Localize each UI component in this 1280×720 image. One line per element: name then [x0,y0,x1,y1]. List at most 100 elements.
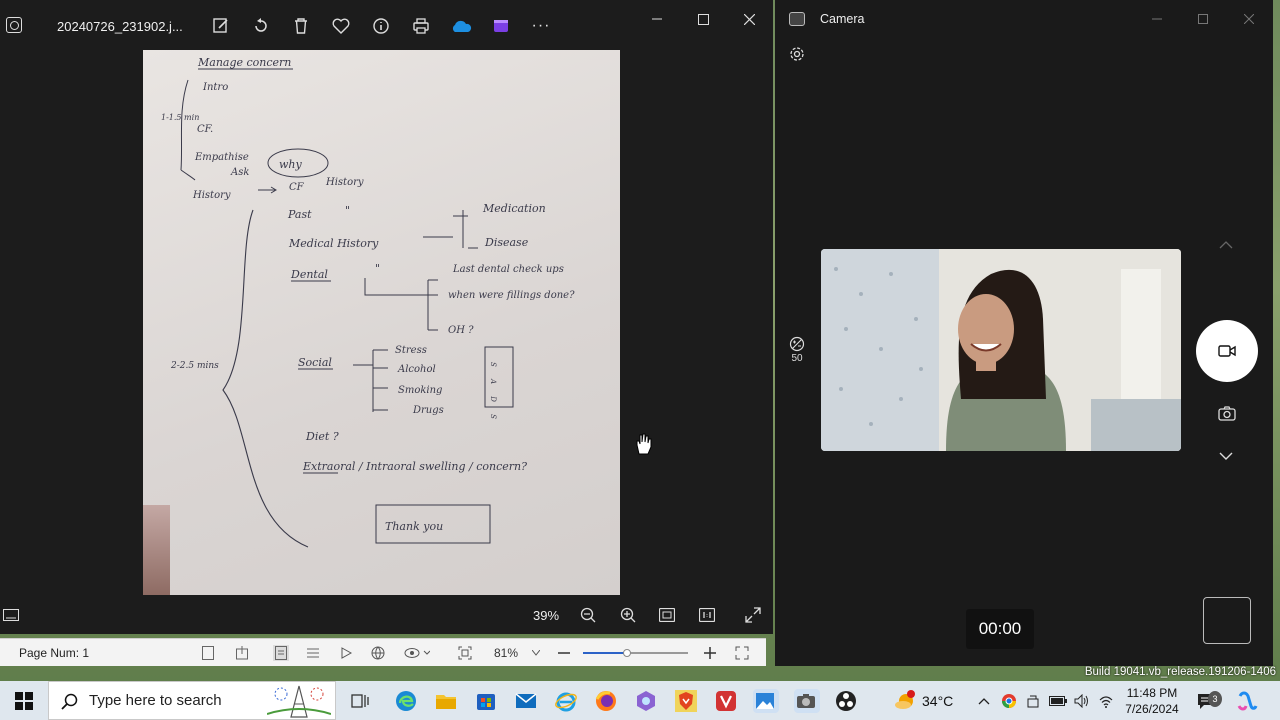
note-line: 1-1.5 min [161,113,199,122]
favorite-icon[interactable] [330,15,352,37]
info-icon[interactable] [370,15,392,37]
note-line: Drugs [412,405,444,416]
camera-close-button[interactable] [1239,10,1259,28]
copilot-preview-icon[interactable] [1236,681,1258,720]
internet-explorer-icon[interactable] [554,689,578,713]
note-line: Extraoral / Intraoral swelling / concern… [302,460,527,473]
note-line: Social [298,356,332,369]
more-icon[interactable]: ··· [530,15,552,37]
firefox-icon[interactable] [594,689,618,713]
pdf-fullscreen-icon[interactable] [734,645,750,661]
taskbar: Type here to search 34°C 11:48 PM 7/26/2… [0,681,1280,720]
note-line: Ask [230,167,249,178]
image-viewer[interactable]: Manage concern Intro 1-1.5 min CF. Empat… [0,50,773,595]
page-number: Page Num: 1 [19,646,90,660]
photos-bottom-bar: 39% [0,597,773,634]
photos-taskbar-icon[interactable] [753,689,779,713]
note-line: Medical History [288,237,379,250]
copilot-app-icon[interactable] [634,689,658,713]
camera-maximize-button[interactable] [1193,10,1213,28]
eiffel-tower-search-highlight-icon [267,685,331,718]
chevron-up-icon[interactable] [1218,238,1234,252]
note-line: Diet ? [305,430,339,443]
print-icon[interactable] [410,15,432,37]
brave-icon[interactable] [674,689,698,713]
pdf-viewer-statusbar: Page Num: 1 81% [0,638,766,666]
continuous-page-icon[interactable] [234,645,250,661]
clock[interactable]: 11:48 PM 7/26/2024 [1120,681,1184,720]
note-line: History [325,177,364,188]
full-screen-icon[interactable] [743,605,763,625]
note-line: Last dental check ups [452,264,564,275]
video-mode-button[interactable] [1196,320,1258,382]
camera-window: Camera 50 00:00 [775,0,1273,666]
globe-icon[interactable] [370,645,386,661]
weather-icon[interactable] [893,689,917,713]
fit-page-icon[interactable] [457,645,473,661]
single-page-icon[interactable] [273,645,289,661]
zoom-level: 39% [532,607,560,623]
edge-icon[interactable] [394,689,418,713]
brightness-value: 50 [791,352,803,364]
show-hidden-icons-chevron-icon[interactable] [978,681,990,720]
camera-taskbar-icon[interactable] [794,689,820,713]
photos-window: 20240726_231902.j... ··· Manage concern … [0,0,773,634]
weather-temperature[interactable]: 34°C [922,681,953,720]
last-capture-thumbnail[interactable] [1203,597,1251,644]
photos-titlebar: 20240726_231902.j... ··· [0,0,773,50]
zoom-dropdown-icon[interactable] [530,645,542,661]
note-line: Smoking [398,385,442,396]
read-mode-icon[interactable] [402,645,432,661]
volume-icon[interactable] [1074,681,1090,720]
file-name: 20240726_231902.j... [57,19,183,34]
file-explorer-icon[interactable] [434,689,458,713]
close-button[interactable] [734,8,764,30]
rotate-icon[interactable] [250,15,272,37]
note-line: " [345,204,350,217]
filmstrip-icon[interactable] [2,605,20,625]
settings-gear-icon[interactable] [788,45,806,63]
chrome-tray-icon[interactable] [1001,681,1017,720]
onedrive-icon[interactable] [450,15,472,37]
note-line: Stress [395,345,427,356]
zoom-out-icon[interactable] [578,605,598,625]
task-view-icon[interactable] [348,689,372,713]
recording-timer: 00:00 [966,609,1034,649]
note-line: Past [287,208,312,221]
photo-mode-icon[interactable] [1218,405,1236,421]
page-icon[interactable] [200,645,216,661]
note-line: Thank you [385,520,443,533]
pdf-zoom-out-icon[interactable] [556,645,572,661]
maximize-button[interactable] [688,8,718,30]
list-view-icon[interactable] [305,645,321,661]
taskbar-search-box[interactable]: Type here to search [48,681,336,720]
fit-to-window-icon[interactable] [657,605,677,625]
note-line: Intro [202,82,228,93]
clipchamp-icon[interactable] [490,15,512,37]
usb-tray-icon[interactable] [1026,681,1040,720]
delete-icon[interactable] [290,15,312,37]
note-line: Medication [482,202,546,215]
minimize-button[interactable] [642,8,672,30]
zoom-in-icon[interactable] [618,605,638,625]
vivaldi-icon[interactable] [714,689,738,713]
start-button[interactable] [0,681,48,720]
edit-icon[interactable] [210,15,232,37]
actual-size-icon[interactable] [697,605,717,625]
note-line: Alcohol [397,364,436,375]
zoom-slider[interactable] [583,649,688,657]
store-icon[interactable] [474,689,498,713]
camera-app-icon [789,12,805,26]
battery-icon[interactable] [1049,681,1067,720]
obs-icon[interactable] [834,689,858,713]
note-line: CF. [197,124,213,135]
pdf-zoom-in-icon[interactable] [702,645,718,661]
wifi-icon[interactable] [1098,681,1114,720]
chevron-down-icon[interactable] [1218,450,1234,462]
pdf-zoom-level[interactable]: 81% [494,645,518,661]
search-icon [61,693,78,710]
play-icon[interactable] [338,645,354,661]
camera-minimize-button[interactable] [1147,10,1167,28]
mail-icon[interactable] [514,689,538,713]
note-line: Empathise [194,152,249,163]
